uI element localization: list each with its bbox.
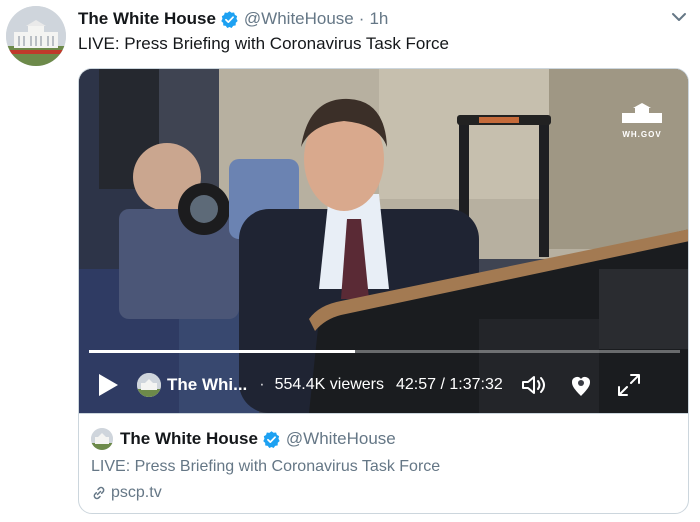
card-link[interactable]: pscp.tv — [91, 484, 162, 502]
link-icon — [93, 486, 105, 500]
viewer-count: 554.4K viewers — [274, 376, 384, 393]
video-controls: The Whi... · 554.4K viewers 42:57 / 1:37… — [79, 365, 688, 405]
broadcaster-name[interactable]: The Whi... — [167, 375, 247, 395]
media-card[interactable]: WH.GOV The Whi... · 554.4K viewers 42:57… — [78, 68, 689, 514]
card-details[interactable]: The White House @WhiteHouse LIVE: Press … — [79, 413, 688, 513]
author-handle[interactable]: @WhiteHouse — [244, 9, 354, 29]
author-avatar[interactable] — [6, 6, 66, 66]
card-author-name: The White House — [120, 429, 258, 448]
verified-badge-icon — [220, 10, 239, 29]
card-link-text[interactable]: pscp.tv — [111, 484, 162, 502]
tweet-text: LIVE: Press Briefing with Coronavirus Ta… — [78, 34, 449, 53]
heart-icon[interactable] — [567, 371, 595, 399]
watermark-logo: WH.GOV — [618, 103, 666, 139]
fullscreen-icon[interactable] — [615, 371, 643, 399]
verified-badge-icon — [262, 430, 281, 449]
card-author-avatar — [91, 428, 113, 450]
chevron-down-icon[interactable] — [668, 6, 690, 28]
tweet-timestamp[interactable]: 1h — [369, 9, 388, 29]
card-author-handle: @WhiteHouse — [285, 429, 396, 448]
controls-separator: · — [259, 376, 265, 393]
playback-time: 42:57 / 1:37:32 — [396, 376, 503, 393]
progress-bar-fill — [89, 350, 355, 353]
broadcaster-avatar[interactable] — [137, 373, 161, 397]
header-separator: · — [358, 9, 365, 28]
card-author-row: The White House @WhiteHouse — [91, 428, 396, 450]
author-name[interactable]: The White House — [78, 9, 216, 29]
tweet-header: The White House @WhiteHouse · 1h — [78, 8, 388, 30]
volume-icon[interactable] — [519, 371, 547, 399]
video-frame — [79, 69, 688, 413]
card-title: LIVE: Press Briefing with Coronavirus Ta… — [91, 458, 441, 475]
progress-bar[interactable] — [89, 350, 680, 353]
play-icon[interactable] — [97, 373, 119, 397]
watermark-text: WH.GOV — [622, 130, 662, 139]
video-player[interactable]: WH.GOV The Whi... · 554.4K viewers 42:57… — [79, 69, 688, 413]
